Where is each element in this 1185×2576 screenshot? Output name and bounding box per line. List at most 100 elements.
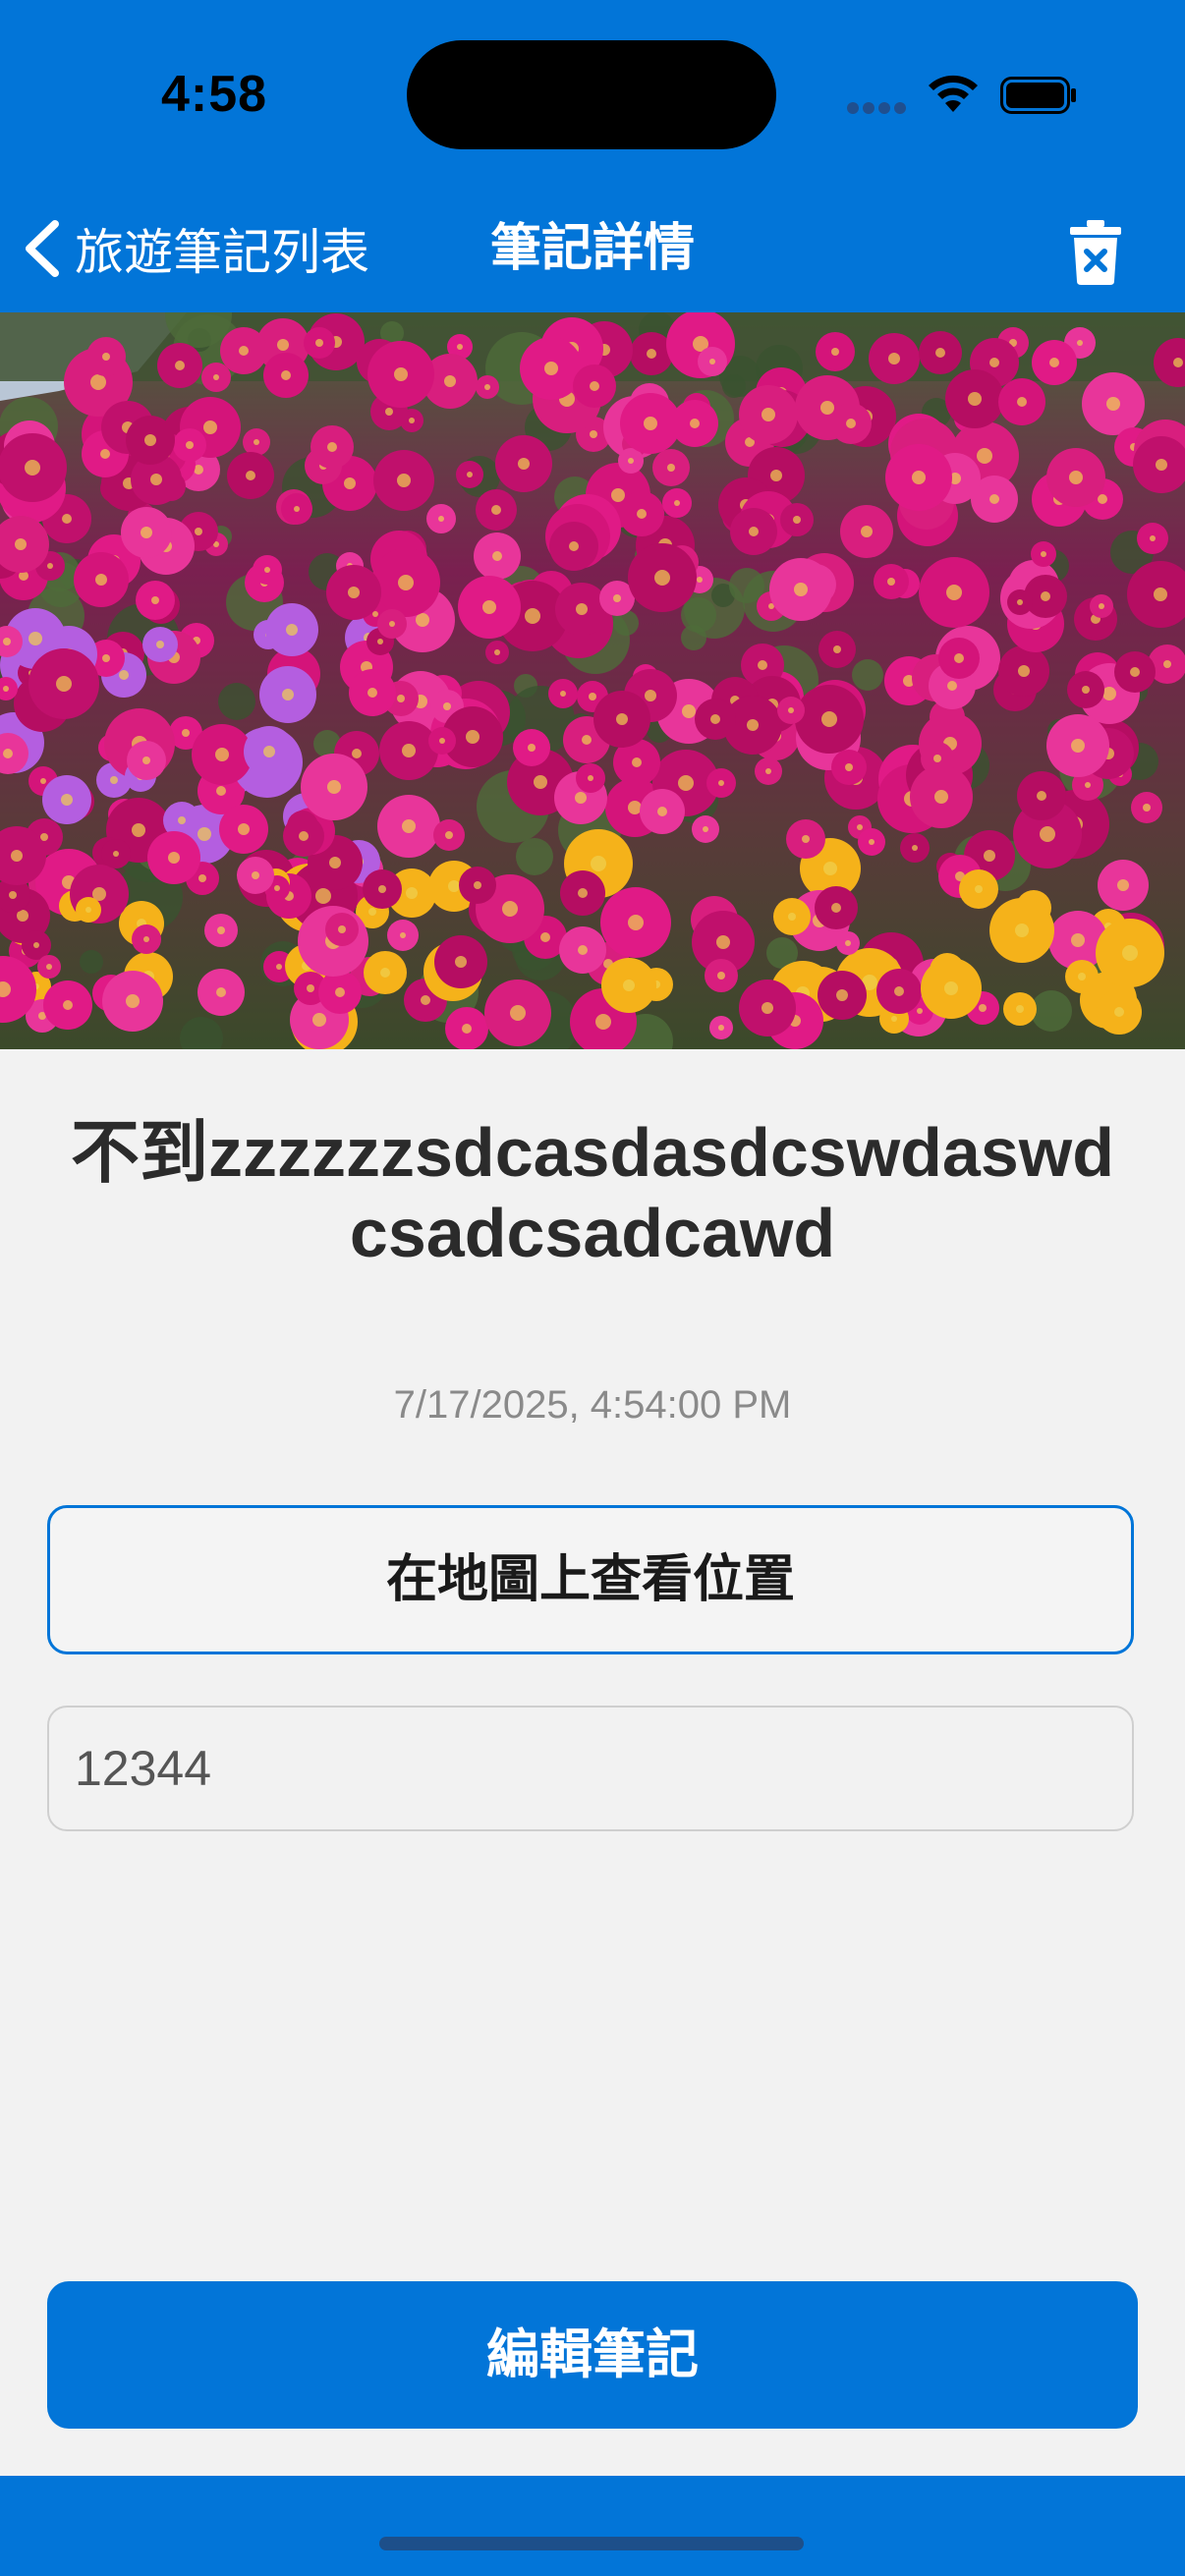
flower-center-shape bbox=[150, 474, 162, 485]
flower-center-shape bbox=[1071, 739, 1085, 753]
flower-center-shape bbox=[578, 945, 588, 955]
flower-center-shape bbox=[788, 707, 794, 713]
flower-center-shape bbox=[377, 639, 383, 644]
flower-center-shape bbox=[1150, 535, 1156, 541]
flower-center-shape bbox=[518, 458, 530, 470]
flower-center-shape bbox=[1130, 667, 1140, 677]
flower-center-shape bbox=[3, 638, 11, 645]
flower-center-shape bbox=[315, 888, 331, 904]
flower-center-shape bbox=[492, 551, 502, 561]
flower-center-shape bbox=[613, 594, 621, 602]
flower-center-shape bbox=[869, 839, 875, 845]
flower-center-shape bbox=[637, 509, 647, 519]
flower-center-shape bbox=[954, 653, 964, 663]
flower-center-shape bbox=[575, 792, 587, 804]
flower-center-shape bbox=[833, 645, 841, 653]
flower-center-shape bbox=[491, 505, 501, 515]
flower-center-shape bbox=[502, 901, 518, 917]
flower-center-shape bbox=[439, 738, 445, 744]
flower-center-shape bbox=[352, 749, 362, 758]
flower-center-shape bbox=[28, 632, 42, 645]
flower-center-shape bbox=[203, 420, 217, 434]
flower-center-shape bbox=[215, 748, 229, 761]
flower-center-shape bbox=[1049, 358, 1059, 367]
flower-center-shape bbox=[632, 757, 642, 767]
foliage-shape bbox=[681, 625, 706, 650]
flower-center-shape bbox=[198, 874, 206, 882]
flower-center-shape bbox=[25, 460, 40, 476]
flower-center-shape bbox=[793, 516, 801, 524]
back-button[interactable]: 旅遊筆記列表 bbox=[20, 214, 369, 283]
back-button-label: 旅遊筆記列表 bbox=[75, 225, 369, 280]
flower-center-shape bbox=[657, 807, 667, 816]
view-on-map-button[interactable]: 在地圖上查看位置 bbox=[47, 1505, 1134, 1654]
flower-center-shape bbox=[616, 713, 628, 725]
flower-center-shape bbox=[861, 526, 873, 537]
flower-center-shape bbox=[1156, 459, 1167, 471]
flower-center-shape bbox=[525, 608, 540, 624]
flower-center-shape bbox=[1041, 551, 1046, 557]
flower-center-shape bbox=[338, 925, 346, 933]
flower-center-shape bbox=[494, 649, 500, 655]
flower-center-shape bbox=[126, 994, 140, 1008]
flower-center-shape bbox=[385, 408, 393, 416]
edit-note-button[interactable]: 編輯筆記 bbox=[47, 2281, 1138, 2429]
flower-center-shape bbox=[534, 775, 547, 789]
flower-center-shape bbox=[821, 711, 837, 727]
wifi-icon bbox=[929, 75, 978, 112]
flower-center-shape bbox=[823, 862, 837, 875]
flower-center-shape bbox=[329, 857, 341, 868]
flower-center-shape bbox=[682, 704, 696, 718]
flower-center-shape bbox=[368, 908, 376, 916]
flower-center-shape bbox=[1016, 1005, 1024, 1013]
flower-center-shape bbox=[628, 458, 634, 464]
status-time: 4:58 bbox=[161, 66, 268, 123]
note-date: 7/17/2025, 4:54:00 PM bbox=[393, 1383, 792, 1427]
foliage-shape bbox=[1031, 990, 1072, 1032]
flower-center-shape bbox=[576, 603, 588, 615]
flower-center-shape bbox=[397, 474, 411, 487]
cellular-signal-icon bbox=[847, 102, 908, 114]
flower-center-shape bbox=[917, 1008, 923, 1014]
flower-center-shape bbox=[510, 1005, 526, 1021]
flower-center-shape bbox=[46, 964, 52, 970]
flower-center-shape bbox=[935, 348, 945, 358]
flower-center-shape bbox=[156, 641, 164, 648]
flower-center-shape bbox=[1037, 791, 1046, 801]
flower-center-shape bbox=[402, 744, 416, 757]
flower-center-shape bbox=[989, 358, 999, 367]
flower-center-shape bbox=[1069, 471, 1083, 484]
flower-center-shape bbox=[348, 587, 360, 598]
flower-center-shape bbox=[595, 1014, 611, 1030]
flower-center-shape bbox=[195, 528, 202, 535]
flower-center-shape bbox=[1015, 924, 1029, 937]
flower-center-shape bbox=[1099, 603, 1104, 609]
flower-center-shape bbox=[794, 583, 808, 596]
delete-button[interactable] bbox=[1069, 220, 1122, 285]
battery-icon bbox=[1000, 77, 1076, 114]
flower-center-shape bbox=[457, 344, 463, 350]
flower-center-shape bbox=[590, 430, 597, 438]
flower-center-shape bbox=[590, 381, 599, 391]
note-detail-screen: 4:58 旅遊筆記列表 筆記詳情 不到zzzzzzsdcasdasdcswdas… bbox=[0, 0, 1185, 2576]
flower-center-shape bbox=[132, 823, 145, 837]
flower-center-shape bbox=[968, 392, 982, 406]
flower-center-shape bbox=[1117, 879, 1129, 891]
flower-center-shape bbox=[717, 972, 725, 980]
flower-center-shape bbox=[588, 775, 593, 781]
note-content-field: 12344 bbox=[47, 1706, 1134, 1831]
flower-center-shape bbox=[912, 471, 926, 484]
flower-center-shape bbox=[1122, 945, 1138, 961]
flower-center-shape bbox=[282, 689, 294, 700]
flower-center-shape bbox=[11, 850, 23, 862]
flower-center-shape bbox=[110, 776, 118, 784]
flower-center-shape bbox=[697, 577, 703, 583]
flower-center-shape bbox=[845, 763, 853, 771]
flower-center-shape bbox=[409, 418, 415, 423]
flower-center-shape bbox=[946, 585, 962, 600]
flower-center-shape bbox=[315, 339, 323, 347]
flower-center-shape bbox=[611, 488, 625, 502]
flower-center-shape bbox=[40, 778, 46, 784]
flower-center-shape bbox=[438, 516, 444, 522]
flower-center-shape bbox=[467, 472, 473, 477]
